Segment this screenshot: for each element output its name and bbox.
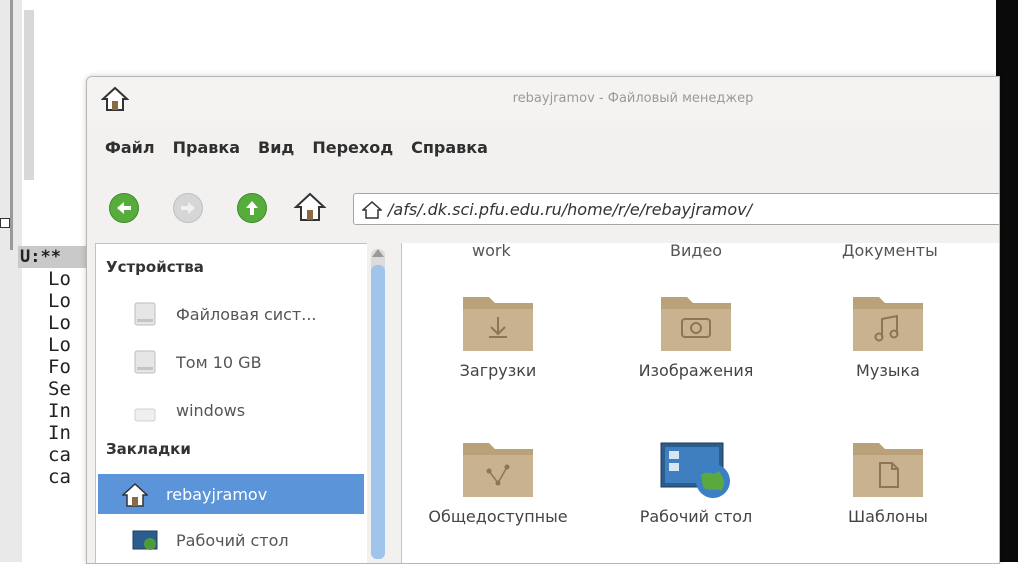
folder-label-partial[interactable]: Документы	[842, 241, 938, 260]
folder-desktop[interactable]: Рабочий стол	[606, 433, 786, 526]
drive-icon	[134, 408, 156, 422]
file-manager-window: rebayjramov - Файловый менеджер Файл Пра…	[86, 76, 1000, 564]
background-scrollbar	[24, 10, 34, 180]
arrow-up-icon	[246, 201, 258, 215]
devices-header: Устройства	[106, 258, 204, 276]
folder-templates[interactable]: Шаблоны	[798, 433, 978, 526]
side-pane: Устройства Файловая сист... Том 10 GB wi…	[95, 243, 375, 563]
home-button[interactable]	[293, 191, 327, 223]
sidebar-item-volume[interactable]: Том 10 GB	[96, 342, 364, 382]
sidebar-item-label: Рабочий стол	[176, 530, 289, 550]
folder-label-partial[interactable]: Видео	[670, 241, 722, 260]
forward-button[interactable]	[173, 193, 203, 223]
home-icon	[362, 201, 382, 219]
scroll-up-icon[interactable]	[372, 249, 384, 257]
folder-label: Загрузки	[459, 361, 537, 380]
home-icon	[122, 482, 148, 507]
file-view: work Видео Документы Загрузки Изображени…	[401, 241, 999, 563]
drive-icon	[134, 302, 156, 326]
side-pane-scrollbar[interactable]	[367, 243, 389, 563]
sidebar-item-label: Файловая сист...	[176, 304, 317, 324]
folder-downloads[interactable]: Загрузки	[408, 287, 588, 380]
sidebar-item-label: windows	[176, 400, 246, 420]
menu-bar: Файл Правка Вид Переход Справка	[87, 129, 506, 165]
scrollbar-thumb[interactable]	[371, 265, 385, 559]
menu-edit[interactable]: Правка	[173, 138, 240, 157]
sidebar-item-windows[interactable]: windows	[96, 390, 364, 430]
background-marker	[0, 218, 10, 228]
folder-label: Общедоступные	[428, 507, 568, 526]
up-button[interactable]	[237, 193, 267, 223]
desktop-icon	[132, 530, 158, 550]
background-divider	[10, 0, 13, 250]
download-folder-icon	[463, 297, 533, 351]
sidebar-item-desktop[interactable]: Рабочий стол	[96, 520, 364, 560]
toolbar: /afs/.dk.sci.pfu.edu.ru/home/r/e/rebayjr…	[87, 181, 999, 235]
sidebar-item-label: rebayjramov	[166, 484, 268, 504]
arrow-left-icon	[117, 202, 131, 214]
folder-label: Рабочий стол	[639, 507, 753, 526]
menu-file[interactable]: Файл	[105, 138, 155, 157]
share-folder-icon	[463, 443, 533, 497]
folder-music[interactable]: Музыка	[798, 287, 978, 380]
sidebar-item-label: Том 10 GB	[176, 352, 262, 372]
folder-label: Шаблоны	[848, 507, 928, 526]
template-folder-icon	[853, 443, 923, 497]
desktop-globe-icon	[660, 442, 730, 498]
bookmarks-header: Закладки	[106, 440, 191, 458]
menu-help[interactable]: Справка	[411, 138, 488, 157]
menu-view[interactable]: Вид	[258, 138, 294, 157]
location-path: /afs/.dk.sci.pfu.edu.ru/home/r/e/rebayjr…	[388, 200, 753, 219]
terminal-status-line: U:**	[18, 246, 90, 268]
camera-folder-icon	[661, 297, 731, 351]
sidebar-item-home[interactable]: rebayjramov	[98, 474, 364, 514]
sidebar-item-filesystem[interactable]: Файловая сист...	[96, 294, 364, 334]
arrow-right-icon	[181, 202, 195, 214]
music-folder-icon	[853, 297, 923, 351]
location-bar[interactable]: /afs/.dk.sci.pfu.edu.ru/home/r/e/rebayjr…	[353, 193, 999, 225]
title-bar[interactable]: rebayjramov - Файловый менеджер	[87, 77, 999, 121]
drive-icon	[134, 350, 156, 374]
back-button[interactable]	[109, 193, 139, 223]
folder-label: Музыка	[856, 361, 920, 380]
folder-label: Изображения	[638, 361, 754, 380]
folder-public[interactable]: Общедоступные	[408, 433, 588, 526]
window-title: rebayjramov - Файловый менеджер	[512, 91, 754, 106]
folder-label-partial[interactable]: work	[472, 241, 511, 260]
menu-go[interactable]: Переход	[312, 138, 393, 157]
folder-pictures[interactable]: Изображения	[606, 287, 786, 380]
